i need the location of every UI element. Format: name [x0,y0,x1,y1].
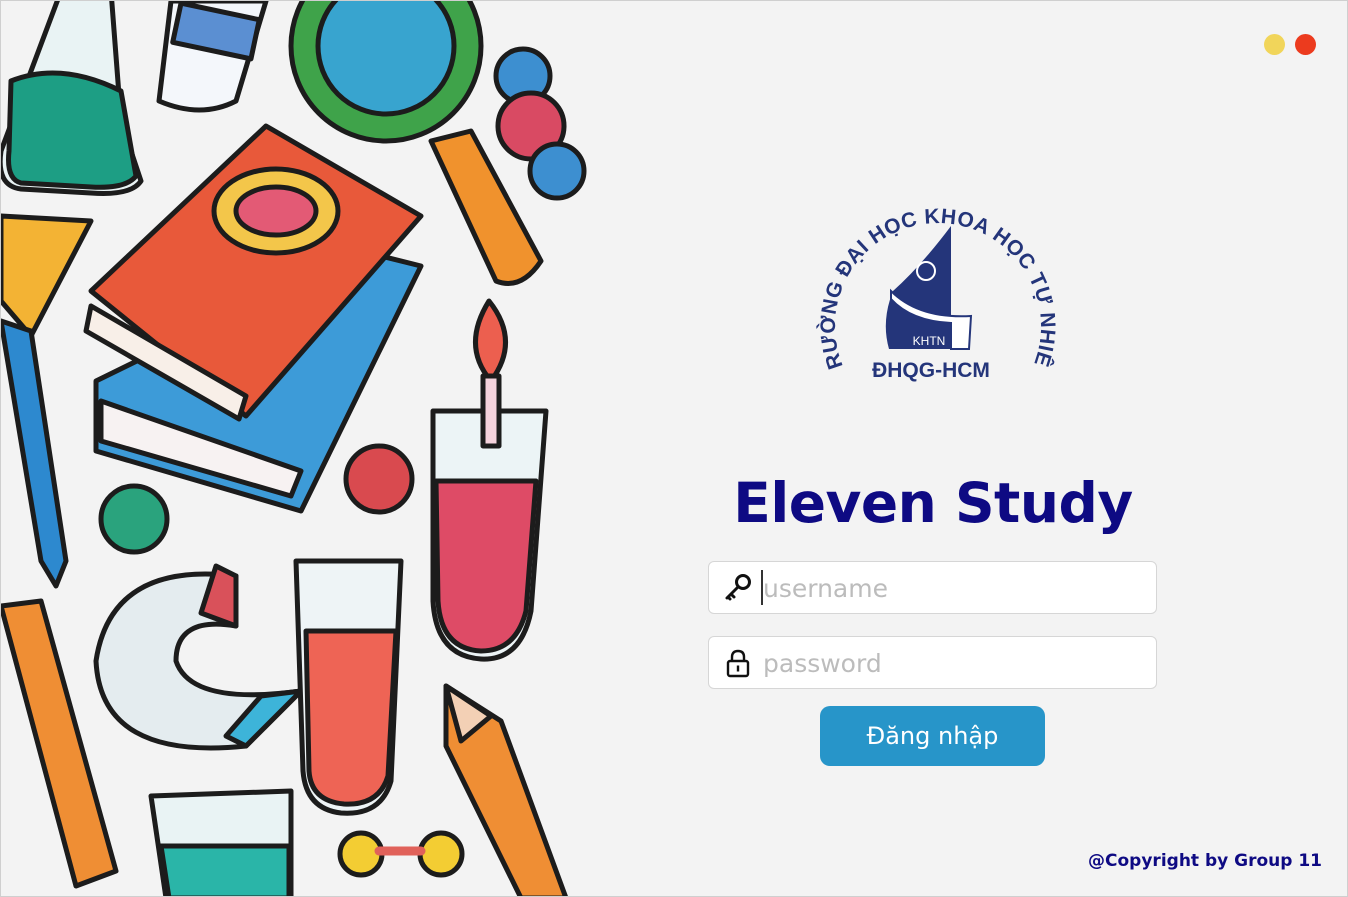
prism-shape [1,213,94,339]
science-illustration [1,1,591,896]
candle-flame [473,298,508,384]
candle-stick [480,373,502,449]
close-button[interactable] [1295,34,1316,55]
app-title: Eleven Study [733,471,1133,535]
logo-emblem-text: KHTN [913,334,946,348]
red-ball [343,443,415,515]
flask-liquid [6,70,139,190]
password-input[interactable] [763,643,1143,683]
minimize-button[interactable] [1264,34,1285,55]
text-caret [761,570,763,605]
logo-emblem-sail [885,226,951,349]
pen-shape [1,318,69,589]
window-controls [1264,34,1316,55]
molecule-ball [527,141,587,201]
test-tube-middle-liquid [303,628,399,807]
book-emblem-inner [233,184,319,238]
green-ball [98,483,170,555]
beaker-liquid [158,843,292,896]
login-window: TRƯỜNG ĐẠI HỌC KHOA HỌC TỰ NHIÊN KHTN ĐH… [0,0,1348,897]
logo-bottom-text: ĐHQG-HCM [872,359,990,382]
username-input[interactable] [763,568,1143,608]
login-button[interactable]: Đăng nhập [820,706,1045,766]
key-icon [725,574,751,601]
test-tube-liquid [433,478,539,654]
magnifier-lens [315,1,457,117]
university-logo: TRƯỜNG ĐẠI HỌC KHOA HỌC TỰ NHIÊN KHTN ĐH… [811,171,1059,382]
lock-icon [726,649,750,678]
copyright-text: @Copyright by Group 11 [1088,851,1322,871]
yellow-ball [417,830,465,878]
password-field[interactable] [708,636,1157,689]
username-field[interactable] [708,561,1157,614]
illustration-art [1,1,587,896]
